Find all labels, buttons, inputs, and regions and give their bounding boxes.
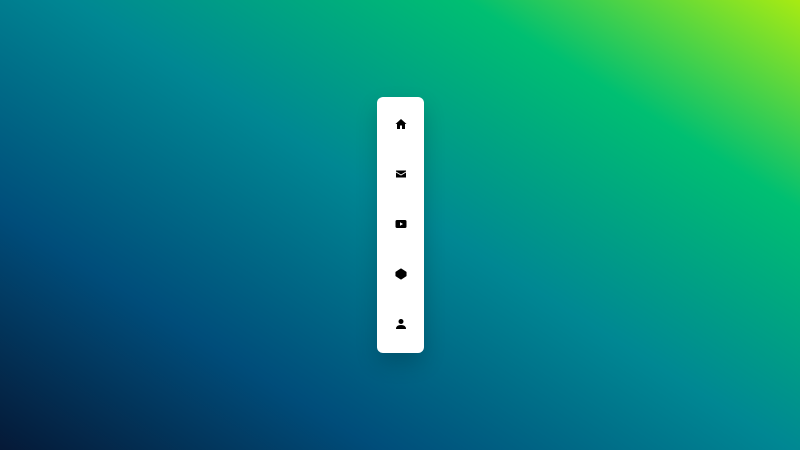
vertical-icon-dock — [377, 97, 424, 353]
dock-item-user[interactable] — [377, 299, 424, 349]
user-icon — [395, 318, 407, 330]
dock-item-youtube[interactable] — [377, 199, 424, 249]
dock-item-mail[interactable] — [377, 149, 424, 199]
home-icon — [395, 118, 407, 130]
dock-item-home[interactable] — [377, 99, 424, 149]
codepen-icon — [394, 268, 407, 280]
mail-icon — [395, 168, 407, 180]
dock-item-codepen[interactable] — [377, 249, 424, 299]
youtube-icon — [395, 218, 407, 230]
